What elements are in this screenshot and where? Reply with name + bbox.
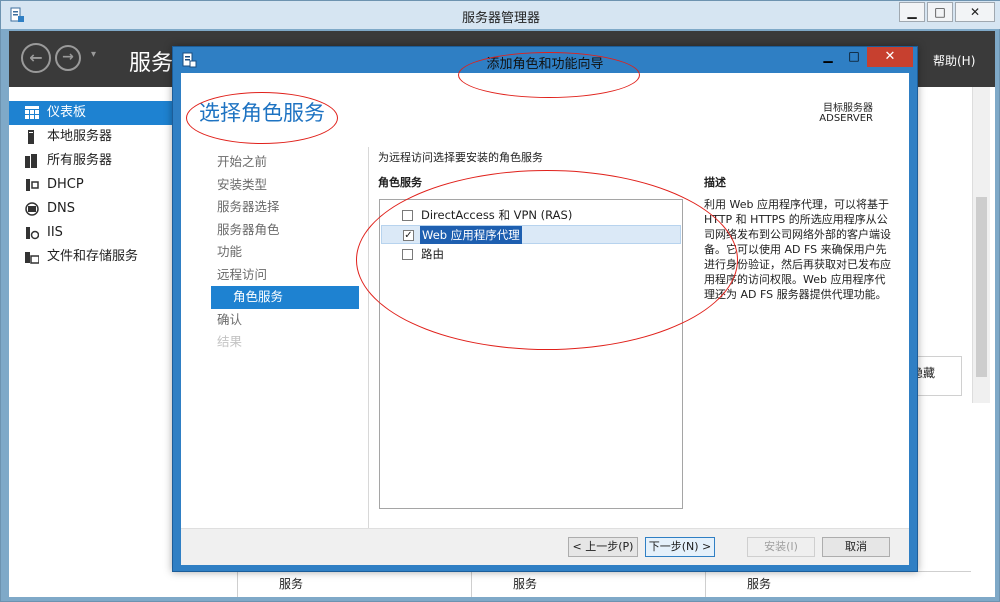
nav-item-iis[interactable]: IIS	[9, 221, 175, 245]
instruction-text: 为远程访问选择要安装的角色服务	[378, 151, 543, 164]
target-server-label: 目标服务器	[823, 103, 873, 114]
nav-item-label: IIS	[47, 225, 63, 240]
dashboard-icon	[25, 106, 39, 119]
storage-icon	[25, 252, 39, 264]
step-remote-access[interactable]: 远程访问	[211, 264, 359, 287]
description-label: 描述	[704, 176, 726, 189]
tile-header-services: 服务	[279, 577, 304, 591]
server-manager-nav: 仪表板 本地服务器 所有服务器 DHCP DNS IIS 文件和存储服务	[9, 101, 175, 269]
step-installation-type[interactable]: 安装类型	[211, 174, 359, 197]
tile-header-services: 服务	[513, 577, 538, 591]
wizard-steps-nav: 开始之前 安装类型 服务器选择 服务器角色 功能 远程访问 角色服务 确认 结果	[211, 151, 359, 354]
role-item-directaccess-vpn[interactable]: DirectAccess 和 VPN (RAS)	[381, 206, 681, 225]
dhcp-icon	[26, 179, 39, 191]
nav-item-label: DNS	[47, 201, 75, 216]
nav-item-all-servers[interactable]: 所有服务器	[9, 149, 175, 173]
wizard-footer: < 上一步(P) 下一步(N) > 安装(I) 取消	[181, 528, 909, 565]
scrollbar-thumb[interactable]	[976, 197, 987, 377]
server-manager-titlebar: 服务器管理器 ▁ □ ✕	[1, 1, 1000, 29]
history-dropdown-icon[interactable]: ▾	[91, 49, 96, 60]
step-before-you-begin[interactable]: 开始之前	[211, 151, 359, 174]
step-role-services[interactable]: 角色服务	[211, 286, 359, 309]
role-item-label: 路由	[421, 247, 444, 261]
wizard-close-button[interactable]: ✕	[867, 47, 913, 67]
wizard-titlebar[interactable]: 添加角色和功能向导 ▁ □ ✕	[173, 47, 917, 73]
nav-item-label: 本地服务器	[47, 129, 113, 144]
step-server-roles[interactable]: 服务器角色	[211, 219, 359, 242]
nav-item-label: 文件和存储服务	[47, 249, 139, 264]
column-separator	[237, 571, 238, 597]
wizard-title: 添加角色和功能向导	[486, 57, 604, 72]
wizard-minimize-button[interactable]: ▁	[815, 47, 841, 67]
step-confirmation[interactable]: 确认	[211, 309, 359, 332]
cancel-button[interactable]: 取消	[822, 537, 890, 557]
step-results: 结果	[217, 334, 243, 349]
vertical-scrollbar[interactable]	[972, 87, 990, 403]
role-services-list: DirectAccess 和 VPN (RAS) ✓ Web 应用程序代理 路由	[379, 199, 683, 509]
nav-item-dashboard[interactable]: 仪表板	[9, 101, 175, 125]
checkbox-checked[interactable]: ✓	[403, 230, 414, 241]
server-icon	[28, 130, 34, 144]
step-server-selection[interactable]: 服务器选择	[211, 196, 359, 219]
iis-icon	[26, 227, 39, 240]
dns-icon	[25, 202, 39, 216]
forward-button[interactable]: →	[55, 45, 81, 71]
wizard-body: 选择角色服务 目标服务器 ADSERVER 开始之前 安装类型 服务器选择 服务…	[181, 73, 909, 565]
column-separator	[705, 571, 706, 597]
install-button: 安装(I)	[747, 537, 815, 557]
role-item-web-application-proxy[interactable]: ✓ Web 应用程序代理	[381, 225, 681, 244]
servers-icon	[25, 154, 37, 168]
nav-item-label: DHCP	[47, 177, 84, 192]
nav-item-label: 仪表板	[47, 105, 87, 120]
role-item-label: DirectAccess 和 VPN (RAS)	[421, 208, 573, 222]
service-tiles-strip	[209, 571, 971, 597]
server-manager-title: 服务器管理器	[461, 11, 540, 26]
previous-button[interactable]: < 上一步(P)	[568, 537, 638, 557]
page-title: 选择角色服务	[199, 101, 325, 125]
role-item-label: Web 应用程序代理	[420, 226, 522, 244]
nav-item-label: 所有服务器	[47, 153, 113, 168]
nav-item-local-server[interactable]: 本地服务器	[9, 125, 175, 149]
nav-item-dns[interactable]: DNS	[9, 197, 175, 221]
sm-maximize-button[interactable]: □	[927, 2, 953, 22]
tile-header-services: 服务	[747, 577, 772, 591]
target-server-name: ADSERVER	[819, 113, 873, 124]
add-roles-wizard-dialog: 添加角色和功能向导 ▁ □ ✕ 选择角色服务 目标服务器 ADSERVER 开始…	[172, 46, 918, 572]
step-features[interactable]: 功能	[211, 241, 359, 264]
checkbox[interactable]	[402, 210, 413, 221]
next-button[interactable]: 下一步(N) >	[645, 537, 715, 557]
role-services-label: 角色服务	[378, 176, 422, 189]
column-separator	[471, 571, 472, 597]
wizard-maximize-button[interactable]: □	[841, 47, 867, 67]
nav-item-dhcp[interactable]: DHCP	[9, 173, 175, 197]
steps-divider	[368, 147, 369, 533]
nav-item-file-storage[interactable]: 文件和存储服务	[9, 245, 175, 269]
sm-close-button[interactable]: ✕	[955, 2, 995, 22]
sm-minimize-button[interactable]: ▁	[899, 2, 925, 22]
checkbox[interactable]	[402, 249, 413, 260]
breadcrumb: 服务	[129, 51, 174, 76]
role-item-routing[interactable]: 路由	[381, 245, 681, 264]
description-text: 利用 Web 应用程序代理，可以将基于 HTTP 和 HTTPS 的所选应用程序…	[704, 198, 891, 301]
back-button[interactable]: ←	[21, 43, 51, 73]
help-menu[interactable]: 帮助(H)	[933, 52, 975, 69]
